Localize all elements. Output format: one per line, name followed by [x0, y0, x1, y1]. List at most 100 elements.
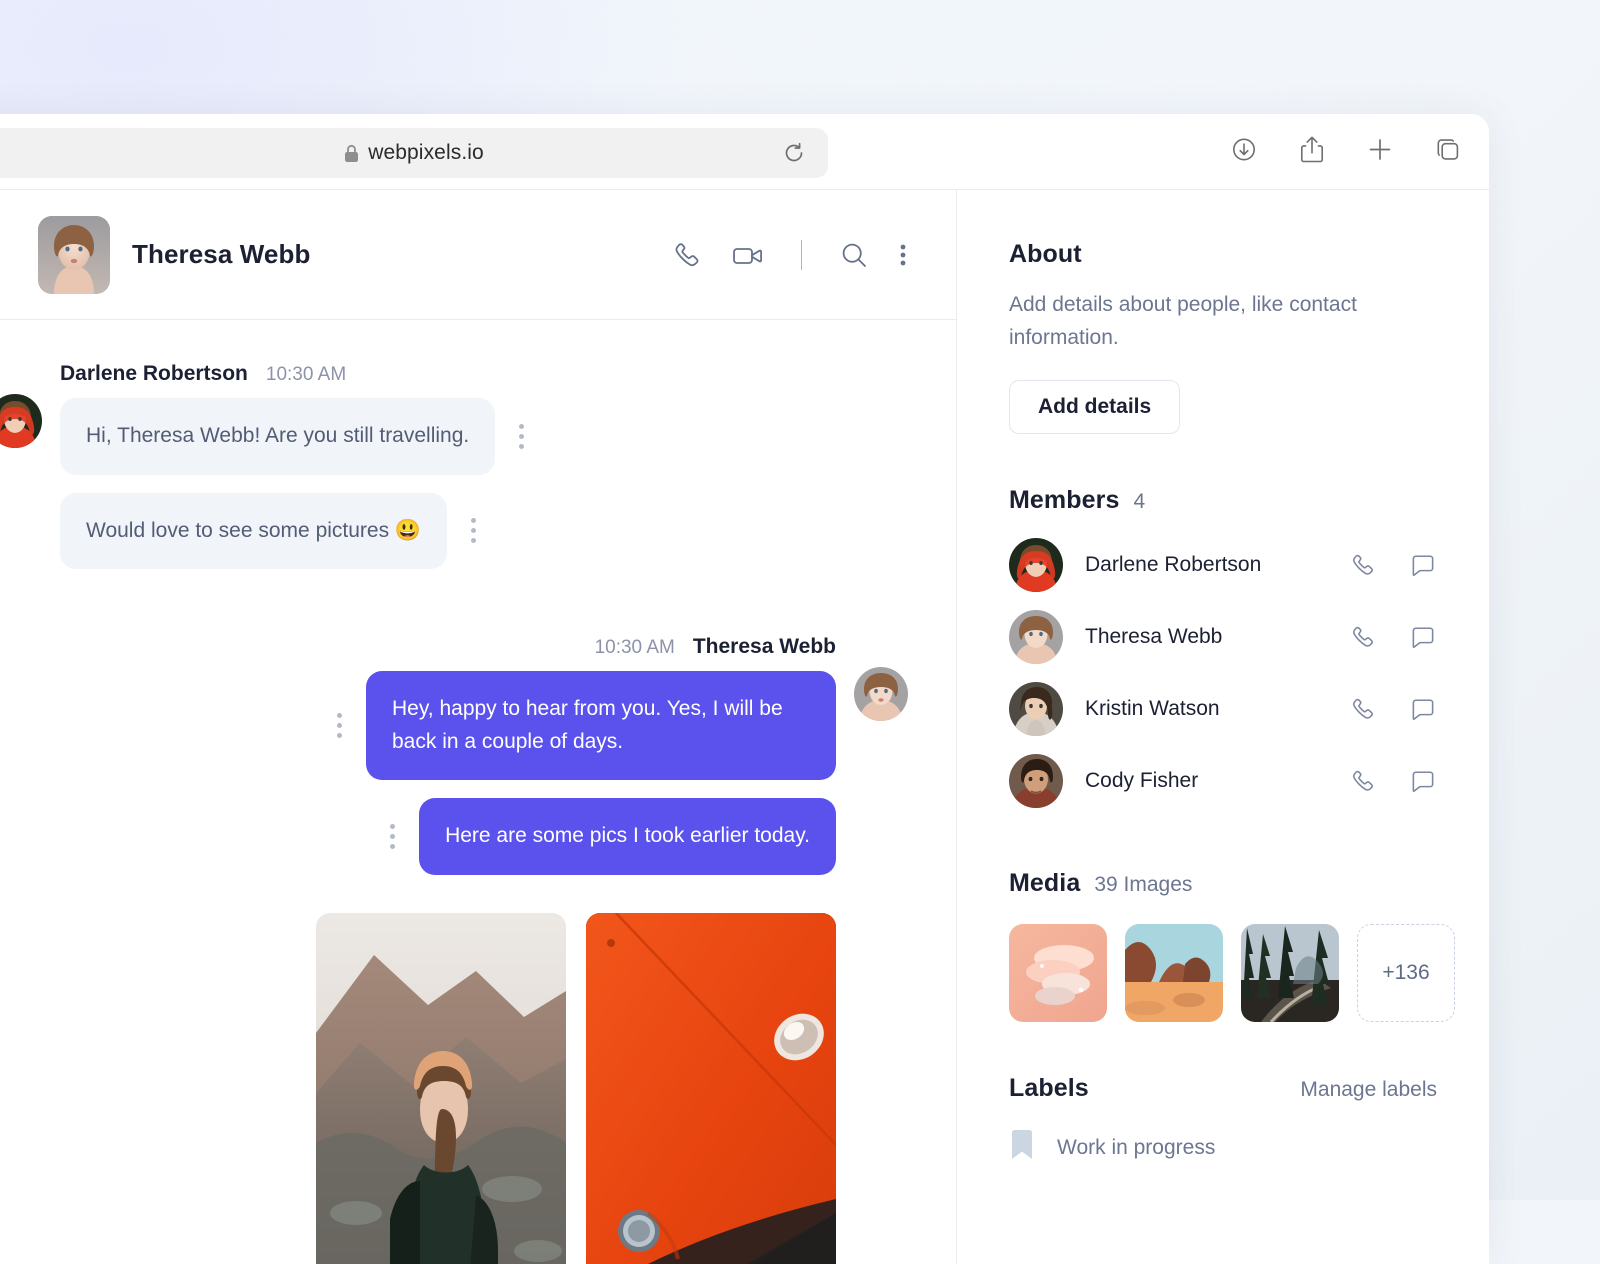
avatar — [1009, 682, 1063, 736]
message-meta: 10:30 AM Theresa Webb — [595, 635, 836, 659]
member-name: Theresa Webb — [1085, 625, 1327, 649]
message-row: Would love to see some pictures 😃 — [60, 493, 528, 570]
list-item[interactable]: Work in progress — [1009, 1129, 1437, 1166]
message-group-body: Darlene Robertson 10:30 AM Hi, Theresa W… — [60, 362, 528, 587]
phone-call-icon[interactable] — [1349, 695, 1377, 723]
phone-call-icon[interactable] — [671, 239, 703, 271]
message-options-icon[interactable] — [333, 709, 346, 742]
message-row: Hey, happy to hear from you. Yes, I will… — [333, 671, 836, 780]
tab-overview-icon[interactable] — [1433, 134, 1463, 169]
list-item[interactable]: Kristin Watson — [1009, 673, 1437, 745]
member-actions — [1349, 695, 1437, 723]
message-attachments — [316, 913, 836, 1264]
message-bubble[interactable]: Hi, Theresa Webb! Are you still travelli… — [60, 398, 495, 475]
media-more-button[interactable]: +136 — [1357, 924, 1455, 1022]
bookmark-icon — [1009, 1129, 1035, 1166]
chat-header-actions — [671, 239, 908, 271]
media-header: Media 39 Images — [1009, 869, 1437, 898]
add-details-button[interactable]: Add details — [1009, 380, 1180, 434]
address-bar-url: webpixels.io — [368, 141, 484, 165]
about-title: About — [1009, 240, 1437, 269]
message-icon[interactable] — [1409, 623, 1437, 651]
browser-actions — [1229, 133, 1463, 170]
message-icon[interactable] — [1409, 551, 1437, 579]
lock-icon — [344, 144, 359, 163]
member-actions — [1349, 623, 1437, 651]
list-item[interactable]: Darlene Robertson — [1009, 529, 1437, 601]
message-bubble[interactable]: Hey, happy to hear from you. Yes, I will… — [366, 671, 836, 780]
media-thumb-forest-road[interactable] — [1241, 924, 1339, 1022]
browser-toolbar: webpixels.io — [0, 114, 1489, 190]
address-bar[interactable]: webpixels.io — [0, 128, 828, 178]
details-sidebar: About Add details about people, like con… — [957, 190, 1489, 1264]
message-list[interactable]: Darlene Robertson 10:30 AM Hi, Theresa W… — [0, 320, 956, 1264]
more-options-icon[interactable] — [898, 239, 908, 271]
chat-peer[interactable]: Theresa Webb — [38, 216, 671, 294]
message-icon[interactable] — [1409, 767, 1437, 795]
message-options-icon[interactable] — [467, 514, 480, 547]
message-icon[interactable] — [1409, 695, 1437, 723]
list-item[interactable]: Theresa Webb — [1009, 601, 1437, 673]
member-actions — [1349, 551, 1437, 579]
avatar — [1009, 538, 1063, 592]
share-icon[interactable] — [1297, 133, 1327, 170]
member-actions — [1349, 767, 1437, 795]
address-bar-content: webpixels.io — [344, 141, 484, 165]
list-item[interactable]: Cody Fisher — [1009, 745, 1437, 817]
media-thumbnails: +136 — [1009, 924, 1437, 1022]
phone-call-icon[interactable] — [1349, 551, 1377, 579]
labels-section: Labels Manage labels Work in progress — [1009, 1074, 1437, 1166]
message-time: 10:30 AM — [266, 364, 346, 386]
message-options-icon[interactable] — [515, 420, 528, 453]
attachment-hiker-mountains[interactable] — [316, 913, 566, 1264]
message-sender: Darlene Robertson — [60, 362, 248, 386]
downloads-icon[interactable] — [1229, 134, 1259, 169]
message-sender: Theresa Webb — [693, 635, 836, 659]
avatar — [38, 216, 110, 294]
search-icon[interactable] — [838, 239, 870, 271]
about-section: About Add details about people, like con… — [1009, 240, 1437, 434]
member-name: Cody Fisher — [1085, 769, 1327, 793]
labels-title: Labels — [1009, 1074, 1089, 1103]
message-row: Here are some pics I took earlier today. — [386, 798, 836, 875]
video-call-icon[interactable] — [731, 239, 765, 271]
member-name: Kristin Watson — [1085, 697, 1327, 721]
page-title: Theresa Webb — [132, 239, 310, 270]
avatar — [1009, 754, 1063, 808]
labels-header: Labels Manage labels — [1009, 1074, 1437, 1103]
media-thumb-desert-rocks[interactable] — [1125, 924, 1223, 1022]
message-group-body: 10:30 AM Theresa Webb Hey, happy to hear… — [316, 635, 836, 1264]
about-description: Add details about people, like contact i… — [1009, 289, 1409, 354]
members-count: 4 — [1133, 490, 1145, 514]
message-time: 10:30 AM — [595, 637, 675, 659]
message-group-outgoing: 10:30 AM Theresa Webb Hey, happy to hear… — [0, 635, 908, 1264]
browser-window: webpixels.io — [0, 114, 1489, 1264]
media-thumb-abstract-shells[interactable] — [1009, 924, 1107, 1022]
new-tab-icon[interactable] — [1365, 134, 1395, 169]
message-row: Hi, Theresa Webb! Are you still travelli… — [60, 398, 528, 475]
divider — [801, 240, 802, 270]
avatar — [854, 667, 908, 721]
message-group-incoming: Darlene Robertson 10:30 AM Hi, Theresa W… — [0, 362, 908, 587]
members-title: Members — [1009, 486, 1119, 515]
reload-icon[interactable] — [782, 141, 806, 165]
attachment-orange-car[interactable] — [586, 913, 836, 1264]
members-list: Darlene Robertson — [1009, 529, 1437, 817]
members-header: Members 4 — [1009, 486, 1437, 515]
phone-call-icon[interactable] — [1349, 767, 1377, 795]
message-options-icon[interactable] — [386, 820, 399, 853]
message-bubble[interactable]: Here are some pics I took earlier today. — [419, 798, 836, 875]
members-section: Members 4 — [1009, 486, 1437, 817]
chat-pane: Theresa Webb — [0, 190, 957, 1264]
message-bubble[interactable]: Would love to see some pictures 😃 — [60, 493, 447, 570]
label-name: Work in progress — [1057, 1136, 1215, 1160]
manage-labels-button[interactable]: Manage labels — [1300, 1078, 1437, 1102]
phone-call-icon[interactable] — [1349, 623, 1377, 651]
media-section: Media 39 Images — [1009, 869, 1437, 1022]
avatar — [1009, 610, 1063, 664]
member-name: Darlene Robertson — [1085, 553, 1327, 577]
avatar — [0, 394, 42, 448]
app-body: Theresa Webb — [0, 190, 1489, 1264]
media-count: 39 Images — [1094, 873, 1192, 897]
media-title: Media — [1009, 869, 1080, 898]
